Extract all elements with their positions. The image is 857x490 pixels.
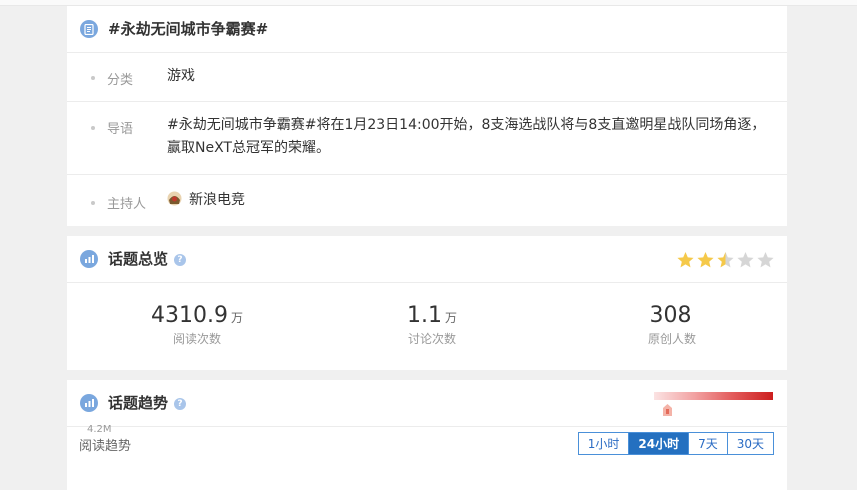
bullet-icon — [91, 126, 95, 130]
intro-text: #永劫无间城市争霸赛#将在1月23日14:00开始，8支海选战队将与8支直邀明星… — [167, 117, 766, 156]
stat-number: 1.1 — [406, 303, 442, 328]
host-name[interactable]: 新浪电竞 — [189, 192, 245, 208]
intro-row: 导语 #永劫无间城市争霸赛#将在1月23日14:00开始，8支海选战队将与8支直… — [67, 102, 787, 175]
topic-info-header: #永劫无间城市争霸赛# — [67, 6, 787, 53]
time-range-tabs: 1小时 24小时 7天 30天 — [577, 432, 774, 455]
trend-subheader: 阅读趋势 1小时 24小时 7天 30天 — [67, 427, 787, 461]
stat-unit: 万 — [444, 311, 457, 325]
category-label: 分类 — [107, 73, 134, 88]
stat-caption: 阅读次数 — [172, 332, 221, 346]
host-row: 主持人 新浪电竞 — [67, 175, 787, 227]
overview-header: 话题总览? — [67, 236, 787, 283]
topic-overview-card: 话题总览? 4310.9 万 阅读次数 1.1 万 讨论次数 308 原创人数 — [67, 236, 787, 370]
stat-unit: 万 — [230, 311, 243, 325]
heat-scale-bar — [654, 392, 773, 400]
tab-24-hours[interactable]: 24小时 — [628, 433, 689, 454]
y-axis-top-label: 4.2M — [87, 424, 112, 435]
host-value[interactable]: 新浪电竞 — [167, 189, 245, 212]
help-icon[interactable]: ? — [174, 254, 187, 266]
overview-title: 话题总览? — [108, 248, 187, 269]
topic-info-card: #永劫无间城市争霸赛# 分类 游戏 导语 #永劫无间城市争霸赛#将在1月23日1… — [67, 6, 787, 226]
tab-30-days[interactable]: 30天 — [726, 433, 773, 454]
read-trend-label: 阅读趋势 — [79, 439, 132, 454]
tab-1-hour[interactable]: 1小时 — [578, 433, 629, 454]
star-icon — [677, 252, 694, 268]
star-icon — [717, 252, 734, 268]
star-icon — [737, 252, 754, 268]
stat-original-authors: 308 原创人数 — [572, 303, 772, 347]
bullet-icon — [91, 76, 95, 80]
topic-trend-card: 话题趋势? 阅读趋势 1小时 24小时 7天 30天 4.2M — [67, 380, 787, 490]
chart-icon — [80, 250, 98, 268]
chart-icon — [80, 394, 98, 412]
category-row: 分类 游戏 — [67, 53, 787, 102]
trend-title: 话题趋势? — [108, 392, 187, 413]
stat-caption: 讨论次数 — [407, 332, 456, 346]
help-icon[interactable]: ? — [174, 398, 187, 410]
star-icon — [757, 252, 774, 268]
trend-header: 话题趋势? — [67, 380, 787, 427]
stat-caption: 原创人数 — [647, 332, 696, 346]
star-icon — [697, 252, 714, 268]
rating-stars — [676, 251, 775, 269]
stat-reads: 4310.9 万 阅读次数 — [97, 303, 297, 347]
document-icon — [80, 20, 98, 38]
heat-marker-icon — [663, 404, 672, 416]
stat-discussions: 1.1 万 讨论次数 — [332, 303, 532, 347]
bullet-icon — [91, 201, 95, 205]
host-label: 主持人 — [107, 197, 147, 212]
stat-number: 4310.9 — [151, 303, 228, 328]
host-avatar-icon — [167, 191, 182, 206]
stat-number: 308 — [649, 303, 692, 328]
category-value[interactable]: 游戏 — [167, 65, 195, 88]
intro-label: 导语 — [107, 122, 134, 137]
topic-title: #永劫无间城市争霸赛# — [108, 20, 269, 38]
overview-stats: 4310.9 万 阅读次数 1.1 万 讨论次数 308 原创人数 — [67, 283, 787, 370]
tab-7-days[interactable]: 7天 — [688, 433, 727, 454]
